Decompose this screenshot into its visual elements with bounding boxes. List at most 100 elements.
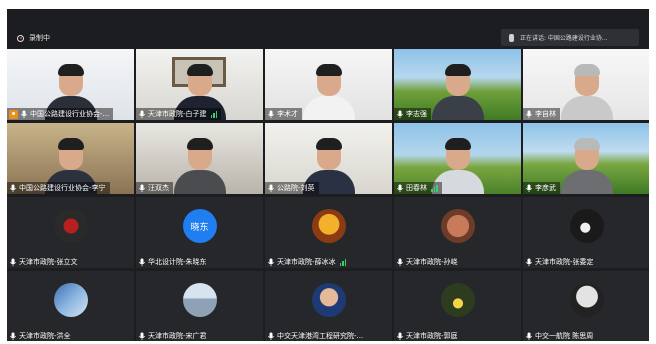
participant-label: 天津市政院-宋广君 bbox=[136, 330, 211, 341]
participant-name: 李自林 bbox=[535, 110, 556, 118]
participant-tile[interactable]: 中交天津港湾工程研究院-... bbox=[265, 271, 392, 341]
participant-label: 天津市政院-张委定 bbox=[523, 256, 598, 268]
participant-tile[interactable]: 中国公路建设行业协会-... bbox=[7, 49, 134, 120]
participant-name: 公路院-刘英 bbox=[277, 184, 315, 192]
participant-label: 华北设计院-朱晓东 bbox=[136, 256, 211, 268]
recording-label: 录制中 bbox=[29, 34, 50, 42]
microphone-icon bbox=[20, 110, 28, 118]
microphone-icon bbox=[525, 110, 533, 118]
microphone-icon bbox=[138, 110, 146, 118]
participant-tile[interactable]: 汪双杰 bbox=[136, 123, 263, 194]
participant-label: 天津市政院-孙峣 bbox=[394, 256, 462, 268]
participant-label: 天津市政院-郭庭 bbox=[394, 330, 462, 341]
microphone-icon bbox=[138, 258, 146, 266]
participant-avatar: 晓东 bbox=[182, 209, 217, 243]
microphone-icon bbox=[509, 33, 514, 42]
participant-video-person bbox=[557, 136, 617, 194]
participant-avatar bbox=[53, 283, 88, 317]
signal-bars-icon bbox=[339, 258, 347, 266]
active-speaker-label: 正在讲话: 中国公路建设行业协... bbox=[520, 35, 608, 42]
participant-label: 中交天津港湾工程研究院-... bbox=[265, 330, 367, 341]
participant-video-person bbox=[557, 62, 617, 120]
participant-name: 中国公路建设行业协会-李宁 bbox=[19, 184, 106, 192]
participant-tile[interactable]: 中交一航院 陈思周 bbox=[523, 271, 649, 341]
participant-avatar bbox=[53, 209, 88, 243]
recording-indicator[interactable]: 录制中 bbox=[17, 32, 50, 44]
participant-label: 中交一航院 陈思周 bbox=[523, 330, 597, 341]
microphone-icon bbox=[525, 332, 533, 340]
microphone-icon bbox=[267, 110, 275, 118]
participant-name: 中国公路建设行业协会-... bbox=[30, 110, 110, 118]
participant-label: 天津市政院-洪全 bbox=[7, 330, 75, 341]
participant-video-person bbox=[428, 62, 488, 120]
microphone-icon bbox=[396, 332, 404, 340]
microphone-icon bbox=[9, 332, 17, 340]
participant-name: 李志强 bbox=[406, 110, 427, 118]
participant-video-person bbox=[170, 136, 230, 194]
participant-name: 田春林 bbox=[406, 184, 427, 192]
participant-avatar bbox=[311, 209, 346, 243]
participant-label: 天津市政院-薛冰冰 bbox=[265, 256, 350, 268]
active-speaker-indicator: 正在讲话: 中国公路建设行业协... bbox=[501, 29, 639, 46]
participant-label: 李彦武 bbox=[523, 182, 560, 194]
participant-label: 天津市政院-白子建 bbox=[136, 108, 222, 120]
participant-tile[interactable]: 天津市政院-孙峣 bbox=[394, 197, 521, 268]
participant-tile[interactable]: 李自林 bbox=[523, 49, 649, 120]
participant-tile[interactable]: 天津市政院-宋广君 bbox=[136, 271, 263, 341]
participant-tile[interactable]: 天津市政院-郭庭 bbox=[394, 271, 521, 341]
microphone-icon bbox=[396, 110, 404, 118]
microphone-icon bbox=[9, 258, 17, 266]
participant-label: 李志强 bbox=[394, 108, 431, 120]
participant-avatar bbox=[440, 283, 475, 317]
microphone-icon bbox=[396, 184, 404, 192]
microphone-icon bbox=[138, 184, 146, 192]
microphone-icon bbox=[525, 184, 533, 192]
participant-avatar bbox=[182, 283, 217, 317]
participant-name: 李术才 bbox=[277, 110, 298, 118]
participant-tile[interactable]: 晓东华北设计院-朱晓东 bbox=[136, 197, 263, 268]
microphone-icon bbox=[525, 258, 533, 266]
participant-avatar bbox=[569, 283, 604, 317]
participant-tile[interactable]: 天津市政院-张立文 bbox=[7, 197, 134, 268]
participant-tile[interactable]: 田春林 bbox=[394, 123, 521, 194]
participant-grid: 中国公路建设行业协会-... 天津市政院-白子建 李术才 李志强 李自林中国公路建设行业… bbox=[7, 49, 649, 341]
participant-label: 田春林 bbox=[394, 182, 442, 194]
participant-name: 中交一航院 陈思周 bbox=[535, 332, 594, 340]
participant-label: 中国公路建设行业协会-李宁 bbox=[7, 182, 110, 194]
participant-name: 天津市政院-张立文 bbox=[19, 258, 78, 266]
participant-avatar bbox=[440, 209, 475, 243]
participant-tile[interactable]: 中国公路建设行业协会-李宁 bbox=[7, 123, 134, 194]
participant-name: 汪双杰 bbox=[148, 184, 169, 192]
participant-label: 李术才 bbox=[265, 108, 302, 120]
participant-avatar bbox=[569, 209, 604, 243]
signal-bars-icon bbox=[210, 110, 218, 118]
signal-bars-icon bbox=[431, 184, 438, 192]
participant-name: 天津市政院-薛冰冰 bbox=[277, 258, 336, 266]
participant-tile[interactable]: 天津市政院-张委定 bbox=[523, 197, 649, 268]
participant-tile[interactable]: 天津市政院-洪全 bbox=[7, 271, 134, 341]
microphone-icon bbox=[267, 184, 275, 192]
participant-tile[interactable]: 天津市政院-白子建 bbox=[136, 49, 263, 120]
participant-label: 天津市政院-张立文 bbox=[7, 256, 82, 268]
participant-video-person bbox=[299, 62, 359, 120]
microphone-icon bbox=[267, 332, 275, 340]
participant-label: 汪双杰 bbox=[136, 182, 173, 194]
participant-name: 中交天津港湾工程研究院-... bbox=[277, 332, 364, 340]
participant-label: 李自林 bbox=[523, 108, 560, 120]
record-icon bbox=[17, 34, 24, 42]
meeting-window: 录制中 正在讲话: 中国公路建设行业协... 中国公路建设行业协会-... 天津市… bbox=[7, 9, 649, 341]
participant-tile[interactable]: 李志强 bbox=[394, 49, 521, 120]
participant-label: 公路院-刘英 bbox=[265, 182, 319, 194]
participant-name: 李彦武 bbox=[535, 184, 556, 192]
host-icon bbox=[9, 109, 18, 119]
participant-tile[interactable]: 李术才 bbox=[265, 49, 392, 120]
participant-tile[interactable]: 公路院-刘英 bbox=[265, 123, 392, 194]
participant-name: 天津市政院-张委定 bbox=[535, 258, 594, 266]
participant-tile[interactable]: 天津市政院-薛冰冰 bbox=[265, 197, 392, 268]
participant-name: 天津市政院-宋广君 bbox=[148, 332, 207, 340]
participant-name: 华北设计院-朱晓东 bbox=[148, 258, 207, 266]
participant-tile[interactable]: 李彦武 bbox=[523, 123, 649, 194]
microphone-icon bbox=[396, 258, 404, 266]
microphone-icon bbox=[138, 332, 146, 340]
participant-name: 天津市政院-郭庭 bbox=[406, 332, 458, 340]
